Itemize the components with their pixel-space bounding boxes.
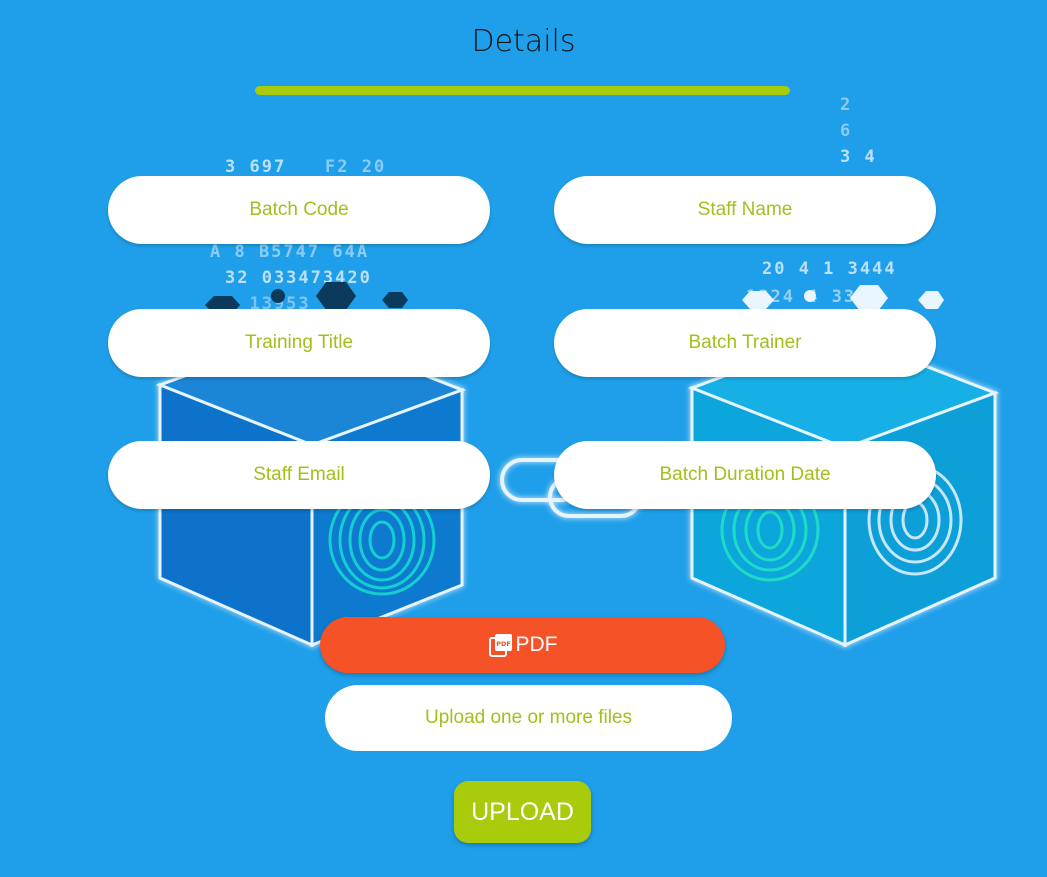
svg-text:3 697: 3 697: [225, 157, 286, 177]
svg-text:3 4: 3 4: [840, 147, 877, 167]
svg-text:20 4 1 3444: 20 4 1 3444: [762, 259, 897, 279]
staff-name-input[interactable]: [554, 176, 936, 244]
svg-text:PDF: PDF: [496, 640, 511, 648]
page-title: Details: [471, 24, 576, 59]
upload-button[interactable]: UPLOAD: [454, 781, 591, 843]
svg-text:F2 20: F2 20: [325, 157, 386, 177]
batch-duration-date-input[interactable]: [554, 441, 936, 509]
svg-text:A 8 B5747 64A: A 8 B5747 64A: [210, 242, 369, 262]
pdf-button[interactable]: PDF PDF: [320, 617, 725, 673]
pdf-file-icon: PDF: [488, 634, 512, 657]
staff-email-input[interactable]: [108, 441, 490, 509]
batch-trainer-input[interactable]: [554, 309, 936, 377]
svg-text:32 033473420: 32 033473420: [225, 268, 372, 288]
svg-text:6: 6: [840, 121, 852, 141]
title-underline: [255, 86, 790, 95]
pdf-button-label: PDF: [515, 633, 558, 656]
training-title-input[interactable]: [108, 309, 490, 377]
file-upload-label: Upload one or more files: [425, 707, 632, 728]
svg-text:2: 2: [840, 95, 852, 115]
file-upload-field[interactable]: Upload one or more files: [325, 685, 732, 751]
batch-code-input[interactable]: [108, 176, 490, 244]
